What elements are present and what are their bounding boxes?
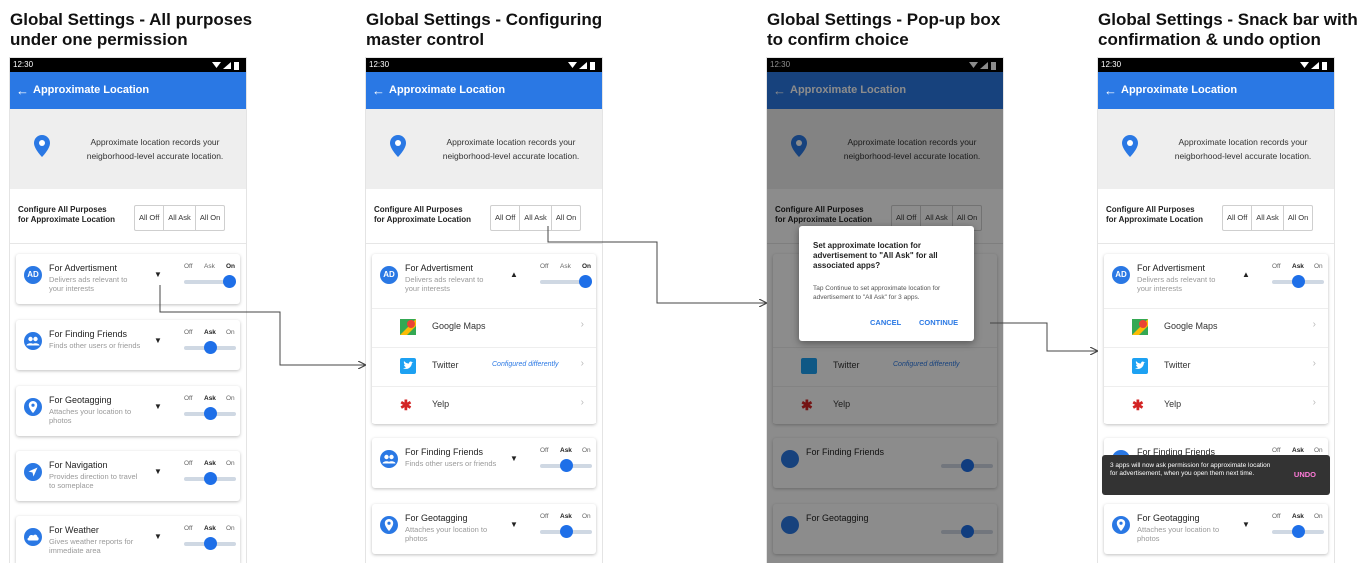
arrow-3-to-4 — [990, 322, 1097, 351]
arrow-2-to-3 — [547, 226, 766, 303]
flow-arrows — [159, 226, 1369, 563]
arrow-1-to-2 — [159, 285, 365, 365]
